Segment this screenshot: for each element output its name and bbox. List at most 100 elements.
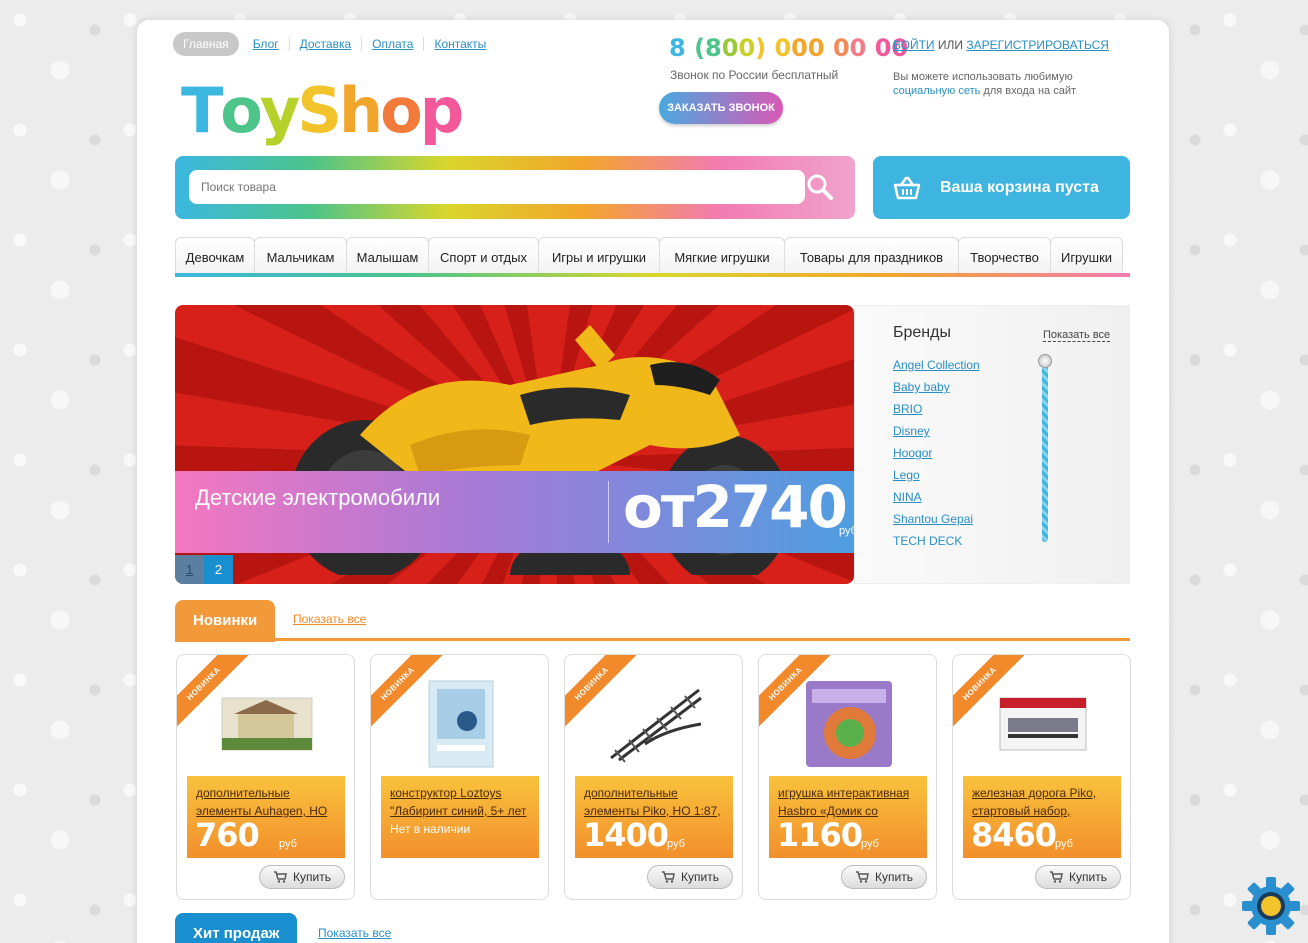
product-image [411, 679, 511, 769]
brand-item[interactable]: Disney [893, 420, 980, 442]
cart-label: Ваша корзина пуста [940, 179, 1099, 196]
product-price: 1400 [583, 816, 669, 854]
product-image [993, 679, 1093, 769]
nav-home[interactable]: Главная [173, 32, 239, 56]
brand-item[interactable]: Shantou Gepai [893, 508, 980, 530]
product-name[interactable]: конструктор Loztoys "Лабиринт синий, 5+ … [390, 784, 538, 820]
new-products-show-all[interactable]: Показать все [293, 612, 366, 626]
logo[interactable]: ToyShop [181, 74, 464, 147]
buy-label: Купить [875, 870, 913, 884]
product-name[interactable]: железная дорога Piko, стартовый набор, [972, 784, 1120, 820]
buy-button[interactable]: Купить [1035, 865, 1121, 889]
auth-links: Войти или Зарегистрироваться [893, 38, 1109, 52]
promo-slider[interactable]: Детские электромобили от2740 руб 1 2 [175, 305, 854, 584]
category-creativity[interactable]: Творчество [958, 237, 1051, 277]
phone-digit: 0 [774, 34, 792, 62]
buy-button[interactable]: Купить [647, 865, 733, 889]
brand-item[interactable]: Hoogor [893, 442, 980, 464]
brand-item[interactable]: Lego [893, 464, 980, 486]
brand-item[interactable]: Baby baby [893, 376, 980, 398]
product-name[interactable]: дополнительные элементы Auhagen, HO [196, 784, 344, 820]
product-price: 1160 [777, 816, 863, 854]
logo-letter: S [297, 74, 342, 147]
buy-button[interactable]: Купить [259, 865, 345, 889]
brands-scrollbar[interactable] [1042, 362, 1048, 542]
gear-icon[interactable] [1240, 875, 1302, 937]
buy-label: Купить [1069, 870, 1107, 884]
logo-letter: h [338, 74, 383, 147]
search-icon [807, 174, 833, 200]
product-currency: руб [279, 838, 297, 850]
phone-digit: 0 [874, 34, 892, 62]
login-link[interactable]: Войти [893, 38, 935, 52]
register-link[interactable]: Зарегистрироваться [966, 38, 1109, 52]
category-soft-toys[interactable]: Мягкие игрушки [659, 237, 785, 277]
social-network-link[interactable]: социальную сеть [893, 85, 980, 97]
nav-payment[interactable]: Оплата [361, 37, 423, 51]
brands-panel: Бренды Показать все Angel Collection Bab… [854, 305, 1130, 584]
brands-show-all[interactable]: Показать все [1043, 329, 1111, 342]
search-button[interactable] [805, 172, 839, 202]
phone-digit [866, 34, 874, 62]
brand-item[interactable]: TECH DECK [893, 530, 980, 552]
search-input[interactable] [189, 170, 805, 204]
slide-separator [608, 481, 609, 543]
auth-hint-after: для входа на сайт [983, 85, 1077, 97]
new-products-tab[interactable]: Новинки [175, 600, 276, 642]
slide-price: от2740 [623, 473, 848, 541]
product-card[interactable]: НОВИНКА железная дорога Piko, стартовый … [952, 654, 1131, 900]
slide-title: Детские электромобили [195, 485, 441, 510]
slider-page-1[interactable]: 1 [175, 555, 204, 584]
hits-show-all[interactable]: Показать все [318, 926, 391, 940]
category-girls[interactable]: Девочкам [175, 237, 255, 277]
product-image [605, 679, 705, 769]
phone-digit: ( [694, 34, 706, 62]
phone-subtitle: Звонок по России бесплатный [670, 68, 839, 82]
nav-delivery[interactable]: Доставка [288, 37, 362, 51]
product-info: дополнительные элементы Piko, HO 1:87, 1… [575, 776, 733, 858]
product-price: 8460 [971, 816, 1057, 854]
cart-button[interactable]: Ваша корзина пуста [873, 156, 1130, 219]
brand-item[interactable]: BRIO [893, 398, 980, 420]
brand-list: Angel Collection Baby baby BRIO Disney H… [893, 354, 980, 552]
product-card[interactable]: НОВИНКА конструктор Loztoys "Лабиринт си… [370, 654, 549, 900]
product-card[interactable]: НОВИНКА дополнительные элементы Piko, HO… [564, 654, 743, 900]
hits-tab[interactable]: Хит продаж [175, 913, 298, 943]
buy-label: Купить [293, 870, 331, 884]
product-image [799, 679, 899, 769]
category-babies[interactable]: Малышам [346, 237, 429, 277]
buy-label: Купить [681, 870, 719, 884]
nav-contacts[interactable]: Контакты [423, 37, 496, 51]
product-currency: руб [861, 838, 879, 850]
buy-button[interactable]: Купить [841, 865, 927, 889]
product-card[interactable]: НОВИНКА игрушка интерактивная Hasbro «До… [758, 654, 937, 900]
brand-item[interactable]: Angel Collection [893, 354, 980, 376]
auth-hint: Вы можете использовать любимую социальну… [893, 70, 1093, 98]
phone-digit: 0 [738, 34, 756, 62]
category-boys[interactable]: Мальчикам [254, 237, 347, 277]
category-games-toys[interactable]: Игры и игрушки [538, 237, 660, 277]
brands-scroll-handle[interactable] [1038, 354, 1052, 368]
slide-currency: руб [839, 525, 854, 537]
product-currency: руб [667, 838, 685, 850]
product-name[interactable]: дополнительные элементы Piko, HO 1:87, [584, 784, 732, 820]
product-price: 760 [195, 816, 260, 854]
category-toys[interactable]: Игрушки [1050, 237, 1123, 277]
phone-number-text: 8 (800) 000 00 00 [669, 34, 908, 62]
slider-pager: 1 2 [175, 555, 233, 584]
product-name[interactable]: игрушка интерактивная Hasbro «Домик со [778, 784, 926, 820]
category-sport[interactable]: Спорт и отдых [428, 237, 539, 277]
order-call-button[interactable]: Заказать звонок [659, 92, 783, 124]
product-info: дополнительные элементы Auhagen, HO 760 … [187, 776, 345, 858]
phone-digit [686, 34, 694, 62]
nav-blog[interactable]: Блог [243, 37, 289, 51]
cart-icon [1050, 871, 1063, 883]
logo-letter: y [259, 74, 300, 147]
brand-item[interactable]: NINA [893, 486, 980, 508]
logo-letter: p [419, 74, 464, 147]
product-card[interactable]: НОВИНКА дополнительные элементы Auhagen,… [176, 654, 355, 900]
new-products-line [175, 638, 1130, 641]
page-container: Главная Блог Доставка Оплата Контакты To… [137, 20, 1169, 943]
slider-page-2[interactable]: 2 [204, 555, 233, 584]
category-holiday[interactable]: Товары для праздников [784, 237, 959, 277]
